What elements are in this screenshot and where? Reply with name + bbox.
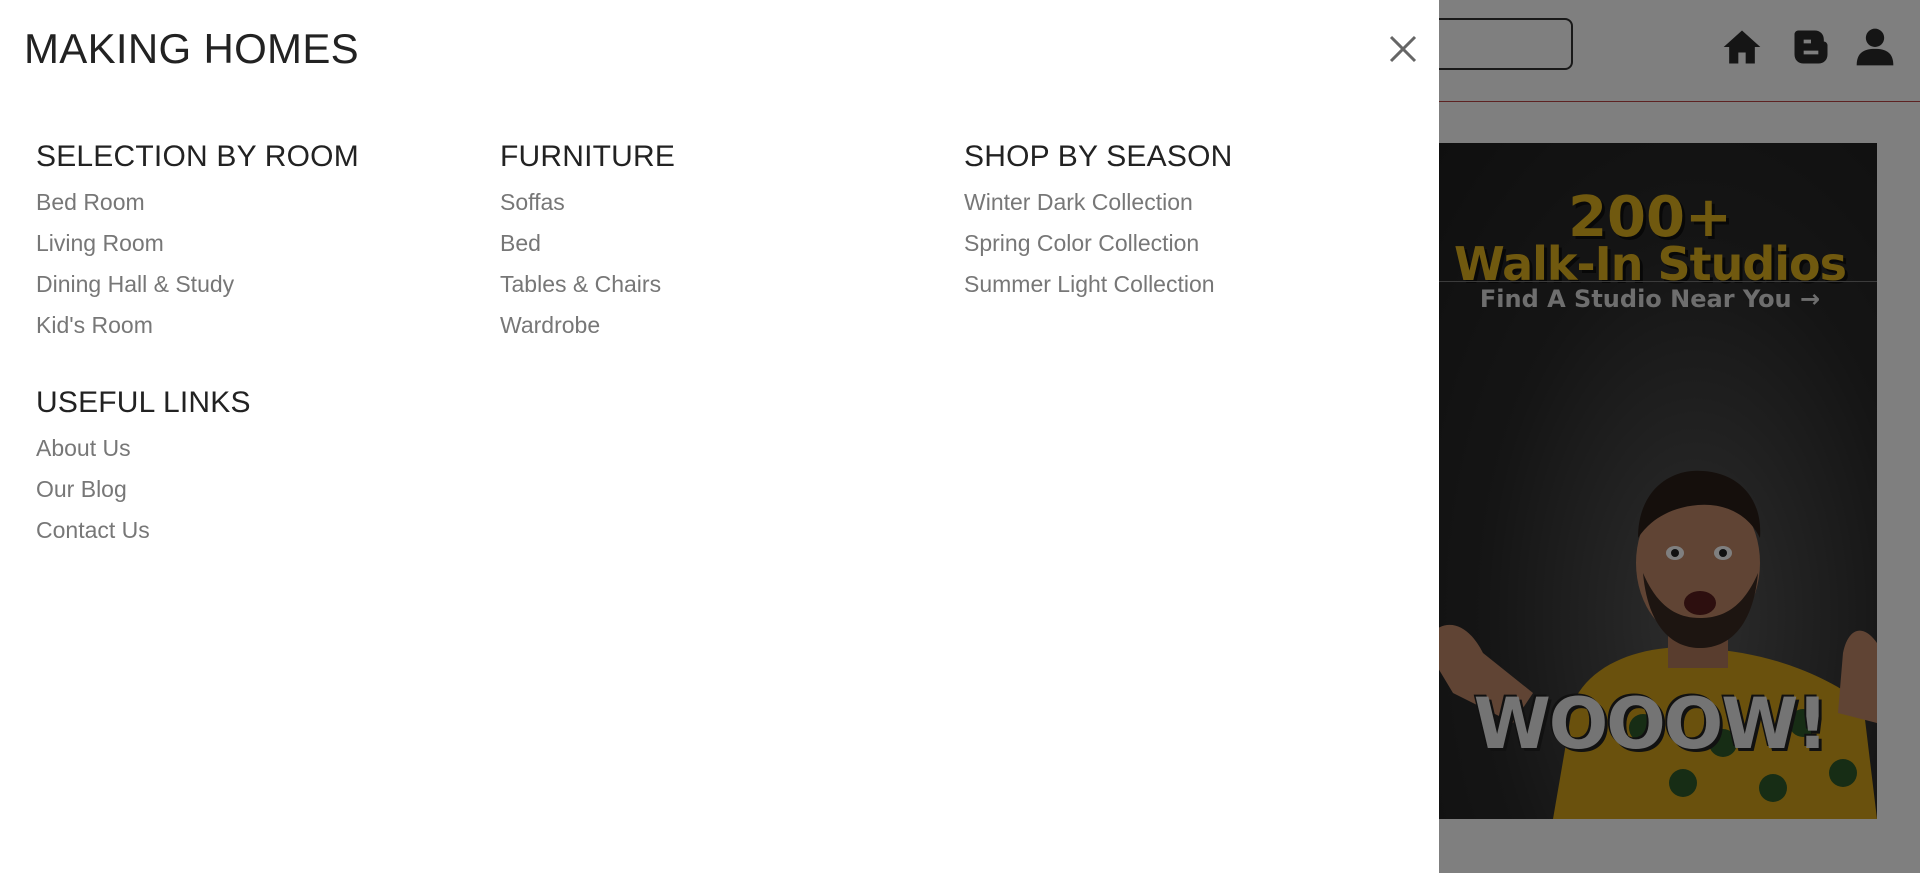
section-heading: USEFUL LINKS xyxy=(36,386,251,419)
link-winter-dark-collection[interactable]: Winter Dark Collection xyxy=(964,189,1193,216)
link-kids-room[interactable]: Kid's Room xyxy=(36,312,153,339)
link-living-room[interactable]: Living Room xyxy=(36,230,164,257)
list-item: Tables & Chairs xyxy=(500,264,964,305)
section-heading: FURNITURE xyxy=(500,140,676,173)
link-bed-room[interactable]: Bed Room xyxy=(36,189,145,216)
list-item: Spring Color Collection xyxy=(964,223,1416,264)
link-list: Winter Dark Collection Spring Color Coll… xyxy=(964,182,1416,305)
list-item: Living Room xyxy=(36,223,500,264)
list-item: Kid's Room xyxy=(36,305,500,346)
link-about-us[interactable]: About Us xyxy=(36,435,131,462)
menu-section-useful-links: USEFUL LINKS About Us Our Blog Contact U… xyxy=(36,386,500,551)
link-tables-chairs[interactable]: Tables & Chairs xyxy=(500,271,661,298)
menu-grid: SELECTION BY ROOM Bed Room Living Room D… xyxy=(36,140,1416,551)
list-item: Our Blog xyxy=(36,469,500,510)
link-soffas[interactable]: Soffas xyxy=(500,189,565,216)
link-bed[interactable]: Bed xyxy=(500,230,541,257)
link-spring-color-collection[interactable]: Spring Color Collection xyxy=(964,230,1199,257)
list-item: Soffas xyxy=(500,182,964,223)
drawer-title: MAKING HOMES xyxy=(24,25,359,72)
link-summer-light-collection[interactable]: Summer Light Collection xyxy=(964,271,1215,298)
menu-section-furniture: FURNITURE Soffas Bed Tables & Chairs War… xyxy=(500,140,964,346)
list-item: About Us xyxy=(36,428,500,469)
link-wardrobe[interactable]: Wardrobe xyxy=(500,312,600,339)
section-heading: SHOP BY SEASON xyxy=(964,140,1233,173)
menu-section-selection-by-room: SELECTION BY ROOM Bed Room Living Room D… xyxy=(36,140,500,346)
navigation-drawer: MAKING HOMES SELECTION BY ROOM Bed Room … xyxy=(0,0,1439,873)
section-heading: SELECTION BY ROOM xyxy=(36,140,359,173)
close-button[interactable] xyxy=(1384,30,1422,68)
list-item: Wardrobe xyxy=(500,305,964,346)
list-item: Summer Light Collection xyxy=(964,264,1416,305)
list-item: Contact Us xyxy=(36,510,500,551)
list-item: Dining Hall & Study xyxy=(36,264,500,305)
list-item: Bed xyxy=(500,223,964,264)
list-item: Winter Dark Collection xyxy=(964,182,1416,223)
link-list: About Us Our Blog Contact Us xyxy=(36,428,500,551)
close-icon xyxy=(1389,35,1417,63)
link-our-blog[interactable]: Our Blog xyxy=(36,476,127,503)
link-list: Bed Room Living Room Dining Hall & Study… xyxy=(36,182,500,346)
menu-section-shop-by-season: SHOP BY SEASON Winter Dark Collection Sp… xyxy=(964,140,1416,346)
link-list: Soffas Bed Tables & Chairs Wardrobe xyxy=(500,182,964,346)
link-dining-hall-study[interactable]: Dining Hall & Study xyxy=(36,271,234,298)
list-item: Bed Room xyxy=(36,182,500,223)
link-contact-us[interactable]: Contact Us xyxy=(36,517,150,544)
